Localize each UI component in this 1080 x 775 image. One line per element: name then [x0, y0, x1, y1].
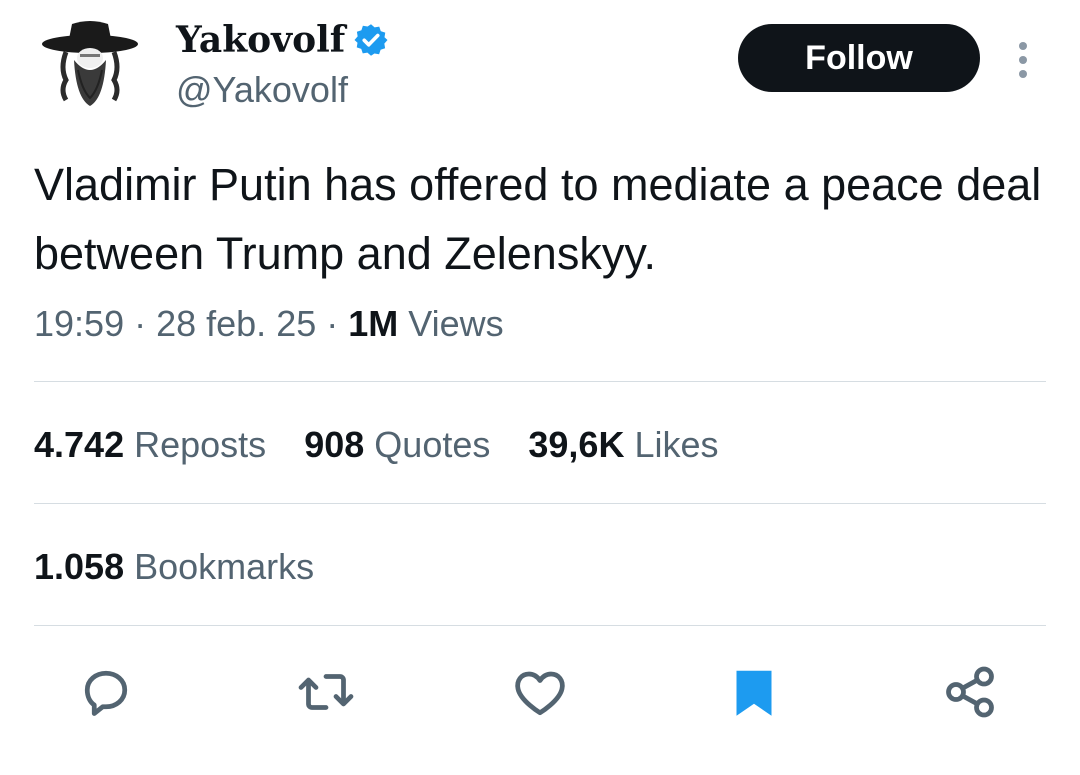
tweet-text: Vladimir Putin has offered to mediate a … [34, 159, 1042, 279]
meta-separator: · [124, 303, 157, 344]
bookmarks-label: Bookmarks [134, 546, 315, 587]
bookmark-button[interactable] [724, 662, 784, 722]
quotes-count: 908 [304, 424, 365, 465]
engagement-stats: 4.742 Reposts 908 Quotes 39,6K Likes [34, 420, 747, 470]
divider [34, 625, 1046, 626]
bookmarks-count: 1.058 [34, 546, 125, 587]
display-name[interactable]: Yakovolf [176, 18, 389, 62]
verified-badge-icon [353, 22, 389, 58]
likes-stat[interactable]: 39,6K Likes [528, 420, 718, 470]
likes-count: 39,6K [528, 424, 625, 465]
likes-label: Likes [634, 424, 719, 465]
views-count[interactable]: 1M [348, 303, 398, 344]
hasidic-hat-beard-avatar-icon [42, 21, 138, 106]
reposts-count: 4.742 [34, 424, 125, 465]
quotes-label: Quotes [374, 424, 491, 465]
user-handle[interactable]: @Yakovolf [176, 68, 348, 112]
like-icon [515, 671, 565, 716]
avatar[interactable] [36, 18, 144, 114]
reply-icon [84, 670, 128, 716]
reposts-stat[interactable]: 4.742 Reposts [34, 420, 266, 470]
reply-button[interactable] [76, 662, 136, 722]
tweet-time[interactable]: 19:59 [34, 303, 124, 344]
meta-separator: · [316, 303, 349, 344]
reposts-label: Reposts [134, 424, 267, 465]
repost-icon [298, 674, 354, 710]
bookmarks-stat[interactable]: 1.058 Bookmarks [34, 542, 314, 592]
follow-button[interactable]: Follow [738, 24, 980, 92]
repost-button[interactable] [296, 662, 356, 722]
share-button[interactable] [940, 662, 1000, 722]
share-icon [946, 666, 994, 718]
tweet-date[interactable]: 28 feb. 25 [156, 303, 316, 344]
display-name-text: Yakovolf [176, 19, 346, 61]
divider [34, 503, 1046, 504]
views-label: Views [408, 303, 504, 344]
bookmark-icon [736, 670, 772, 716]
tweet-meta: 19:59 · 28 feb. 25 · 1M Views [34, 300, 504, 348]
like-button[interactable] [510, 662, 570, 722]
more-vertical-icon[interactable] [1010, 40, 1036, 80]
quotes-stat[interactable]: 908 Quotes [304, 420, 490, 470]
divider [34, 381, 1046, 382]
